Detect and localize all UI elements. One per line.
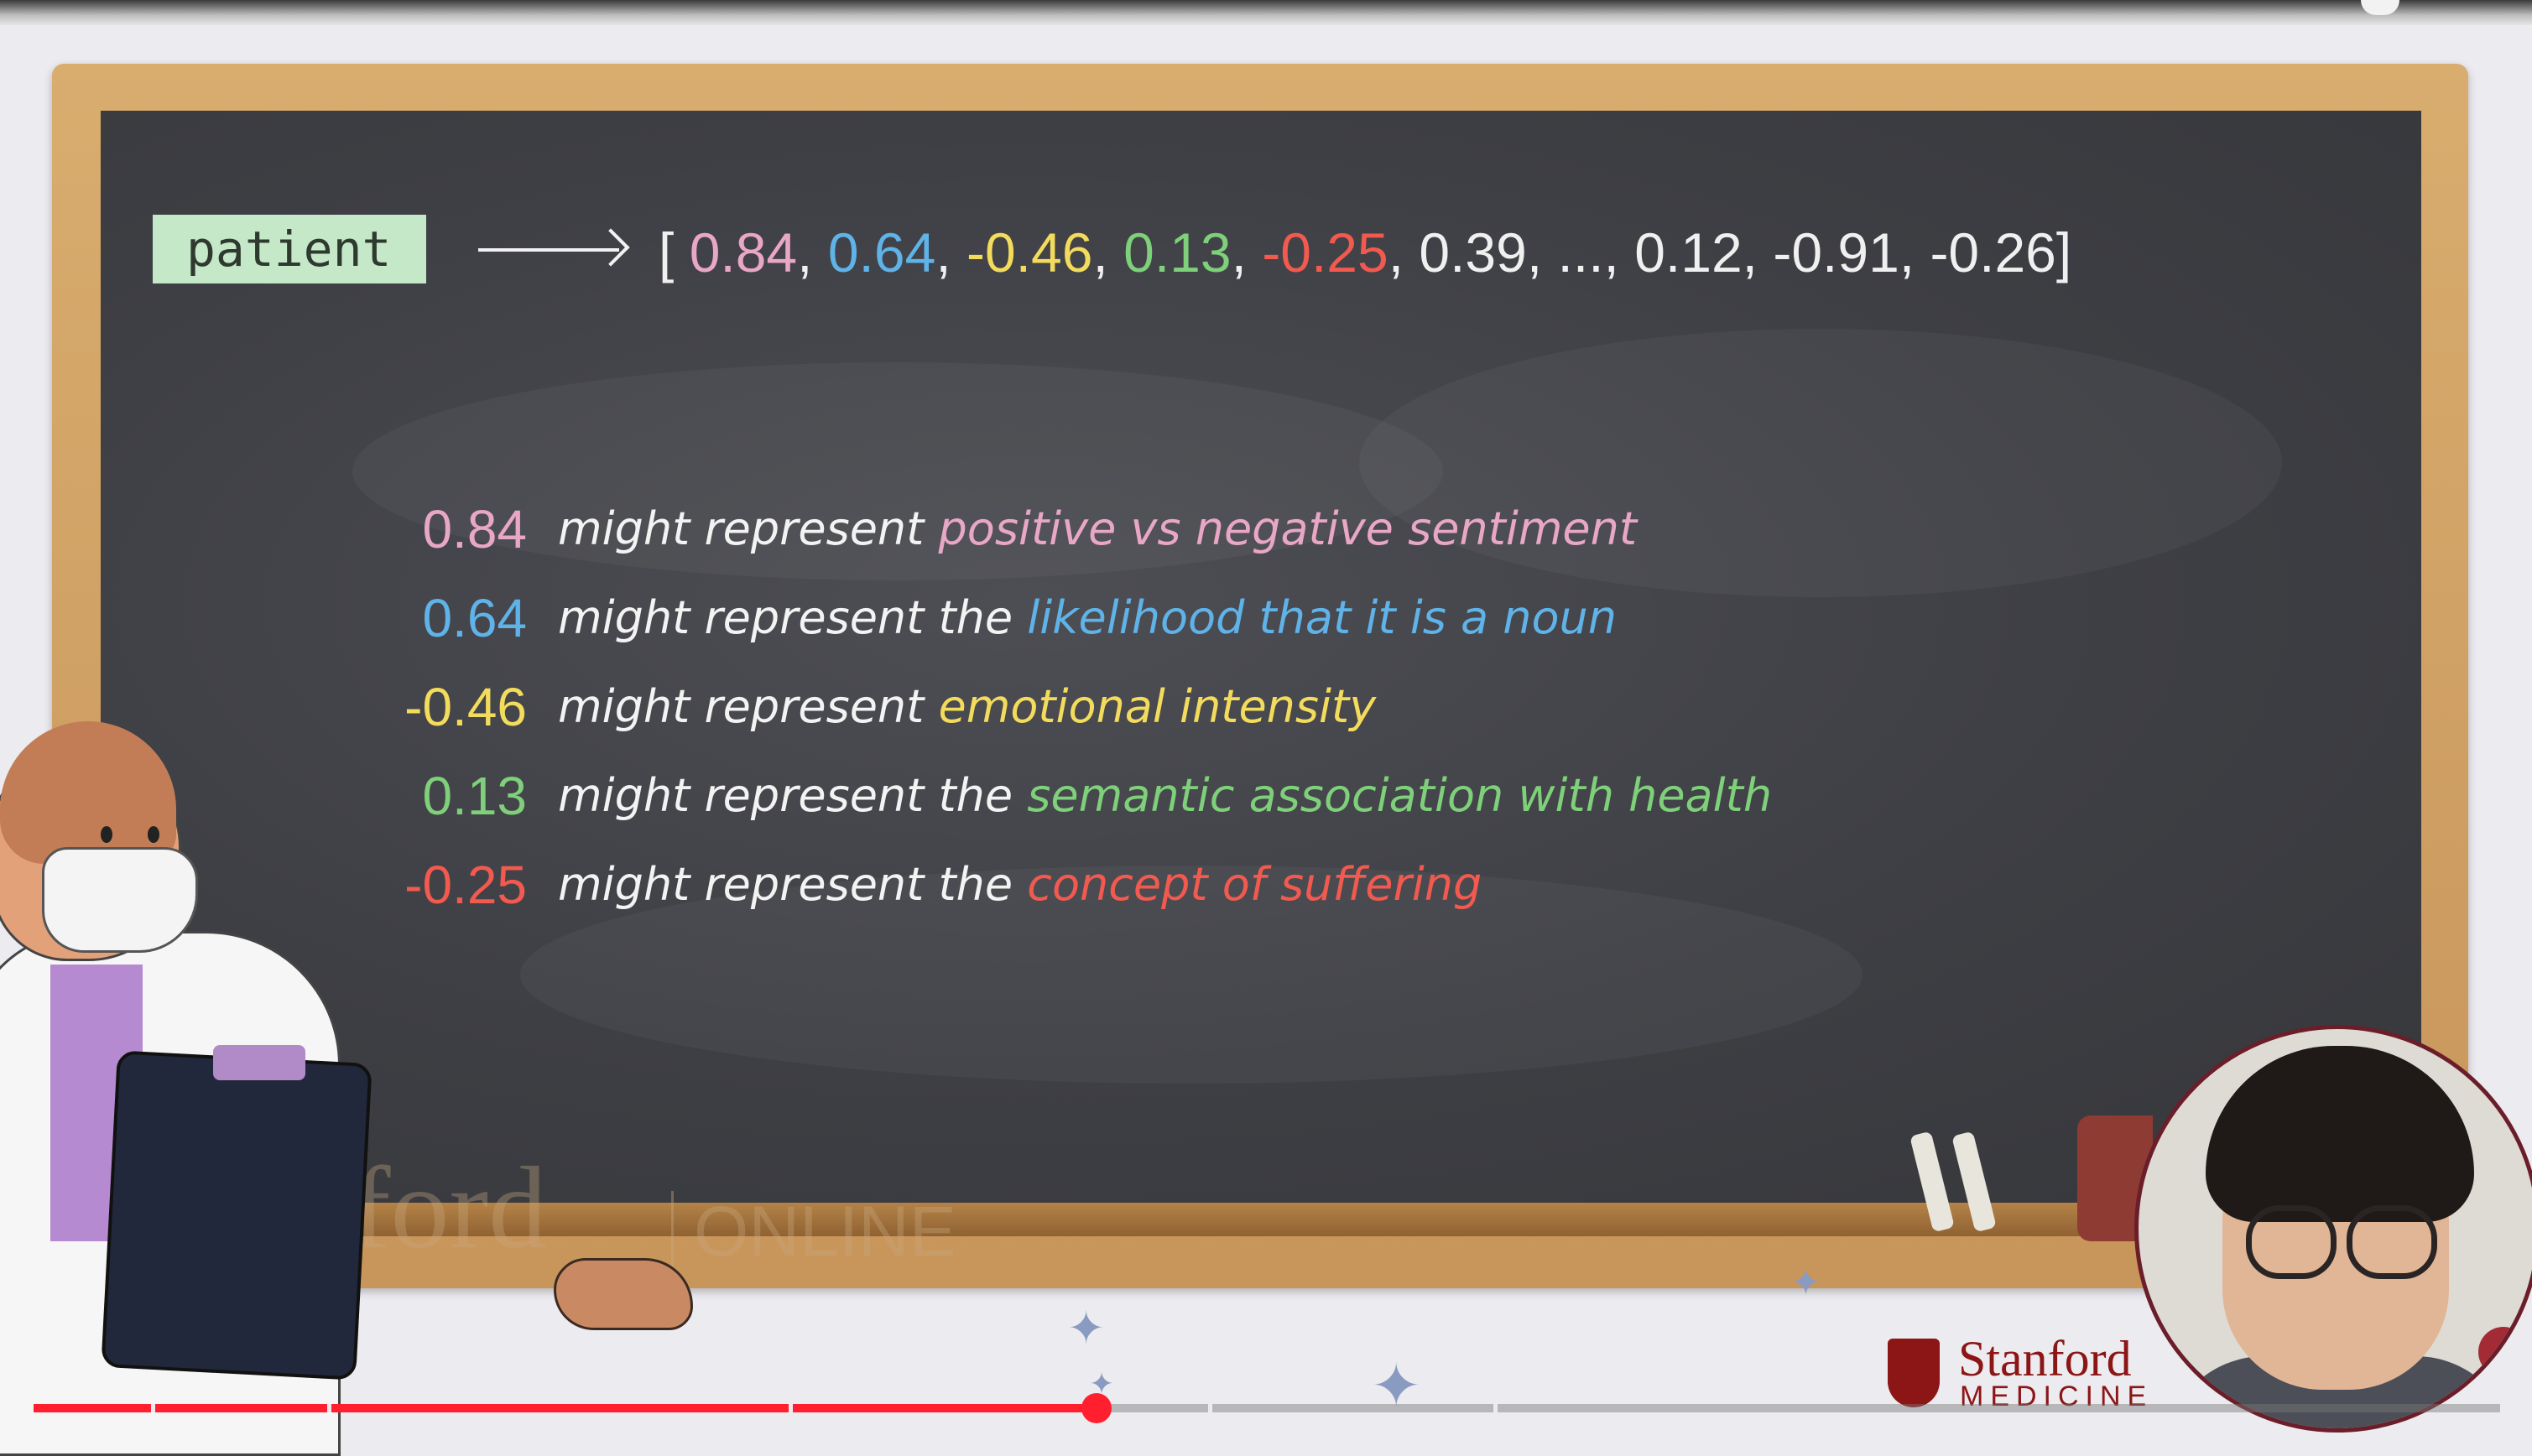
chapter-marker xyxy=(1208,1404,1212,1412)
dimension-value: 0.13 xyxy=(422,766,527,826)
description-prefix: might represent xyxy=(558,680,939,733)
vector-part: [ xyxy=(659,221,690,283)
video-scrubber-handle[interactable] xyxy=(1081,1393,1112,1423)
vector-part: , xyxy=(935,221,966,283)
dimension-description: might represent the likelihood that it i… xyxy=(558,580,1617,657)
description-prefix: might represent xyxy=(558,502,939,555)
dimension-description: might represent emotional intensity xyxy=(558,668,1376,746)
description-prefix: might represent the xyxy=(558,858,1028,911)
glasses-icon xyxy=(2347,1205,2437,1279)
stanford-shield-icon xyxy=(1888,1339,1940,1407)
glasses-icon xyxy=(2246,1205,2337,1279)
description-prefix: might represent the xyxy=(558,591,1028,644)
description-meaning: positive vs negative sentiment xyxy=(938,502,1638,555)
chapter-marker xyxy=(789,1404,793,1412)
vector-part: , xyxy=(1092,221,1124,283)
description-meaning: emotional intensity xyxy=(938,680,1377,733)
chapter-marker xyxy=(327,1404,331,1412)
doctor-hand xyxy=(554,1258,693,1330)
face-mask xyxy=(42,847,198,953)
vector-part: , 0.39, ..., 0.12, -0.91, -0.26] xyxy=(1388,221,2072,283)
description-meaning: semantic association with health xyxy=(1027,769,1773,822)
token-label: patient xyxy=(153,215,426,283)
doctor-eye xyxy=(148,826,159,843)
dimension-value: 0.84 xyxy=(422,499,527,559)
description-meaning: concept of suffering xyxy=(1027,858,1482,911)
clipboard-icon xyxy=(101,1050,373,1381)
dimension-description: might represent positive vs negative sen… xyxy=(558,491,1637,568)
dimension-description: might represent the concept of suffering xyxy=(558,846,1482,923)
vector-part: 0.13 xyxy=(1123,221,1232,283)
description-prefix: might represent the xyxy=(558,769,1028,822)
video-progress-fill xyxy=(34,1404,1097,1412)
sparkle-icon: ✦ xyxy=(1790,1261,1821,1304)
dimension-description: might represent the semantic association… xyxy=(558,757,1772,835)
dimension-value: 0.64 xyxy=(422,588,527,648)
vector-part: , xyxy=(1231,221,1263,283)
watermark-online: ONLINE xyxy=(671,1191,956,1272)
vector-part: -0.46 xyxy=(966,221,1093,283)
clipboard-clip xyxy=(213,1045,305,1080)
doctor-eye xyxy=(101,826,112,843)
chapter-marker xyxy=(1493,1404,1498,1412)
presenter-video xyxy=(2134,1025,2532,1433)
video-top-strip xyxy=(0,0,2532,25)
vector-part: -0.25 xyxy=(1262,221,1388,283)
stanford-seal-icon xyxy=(2478,1327,2529,1377)
vector-part: , xyxy=(797,221,828,283)
vector-part: 0.84 xyxy=(689,221,798,283)
dimension-value: -0.25 xyxy=(404,855,527,915)
dimension-value: -0.46 xyxy=(404,677,527,737)
chapter-marker xyxy=(151,1404,155,1412)
description-meaning: likelihood that it is a noun xyxy=(1027,591,1617,644)
embedding-vector: [ 0.84, 0.64, -0.46, 0.13, -0.25, 0.39, … xyxy=(659,215,2071,290)
vector-part: 0.64 xyxy=(827,221,936,283)
sparkle-icon: ✦ xyxy=(1067,1302,1106,1355)
